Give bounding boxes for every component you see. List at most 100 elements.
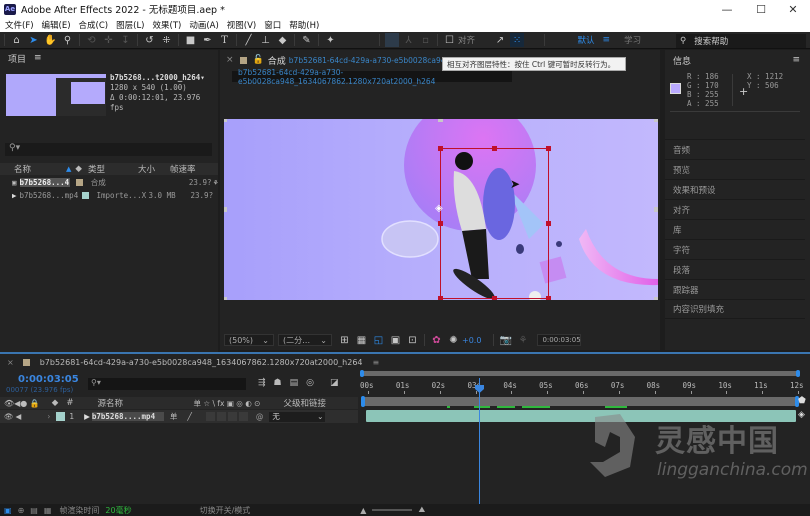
grid-icon[interactable]: ▫: [419, 33, 433, 47]
workspace-default[interactable]: 默认: [578, 34, 595, 46]
maximize-button[interactable]: ☐: [744, 0, 778, 18]
layer-name[interactable]: b7b5268....mp4: [91, 412, 164, 421]
col-size[interactable]: 大小: [138, 163, 170, 175]
pen-icon[interactable]: ✒: [201, 33, 215, 47]
col-switches[interactable]: 单 ☆ \ fx ▣ ◎ ◐ ⊙: [193, 398, 283, 409]
pan-icon[interactable]: ✛: [102, 33, 116, 47]
navigator-end-handle[interactable]: [796, 370, 800, 377]
resolution-dropdown[interactable]: (二分… ⌄: [278, 334, 332, 346]
shy-switch-icon[interactable]: 单: [170, 411, 178, 422]
text-icon[interactable]: T: [218, 33, 232, 47]
puppet-icon[interactable]: ✦: [324, 33, 338, 47]
hand-icon[interactable]: ✋: [44, 33, 58, 47]
snap-3d-icon[interactable]: [384, 33, 399, 47]
exposure-reset-icon[interactable]: ✺: [447, 333, 461, 347]
panel-tracker[interactable]: 跟踪器: [665, 279, 805, 299]
frame-icon[interactable]: ▦: [44, 506, 52, 515]
snap-grid-icon[interactable]: ⁙: [510, 33, 525, 47]
channel-icon[interactable]: ✿: [430, 333, 444, 347]
panel-audio[interactable]: 音频: [665, 139, 805, 159]
snap-expand-icon[interactable]: ↗: [493, 33, 507, 47]
workspace-learn[interactable]: 学习: [624, 34, 641, 46]
playhead[interactable]: [475, 378, 485, 506]
menu-file[interactable]: 文件(F): [5, 19, 34, 31]
current-time-display[interactable]: 0:00:03:05: [537, 334, 582, 346]
av-features-icons[interactable]: 👁◀● 🔒: [4, 399, 40, 408]
layer-number-icon[interactable]: #: [66, 398, 73, 408]
comp-flowchart-icon[interactable]: ⇶: [258, 378, 266, 388]
panel-preview[interactable]: 预览: [665, 159, 805, 179]
col-fps[interactable]: 帧速率: [170, 163, 196, 175]
selection-icon[interactable]: ➤: [27, 33, 41, 47]
fit-region-icon[interactable]: ⊞: [338, 333, 352, 347]
sort-icon[interactable]: ▲: [66, 165, 71, 173]
snapshot-icon[interactable]: 📷: [499, 333, 513, 347]
timeline-zoom-slider[interactable]: [372, 509, 413, 511]
panel-menu-icon[interactable]: ≡: [792, 55, 800, 65]
home-icon[interactable]: ⌂: [10, 33, 24, 47]
lock-icon[interactable]: 🔓: [253, 55, 264, 65]
align-checkbox[interactable]: ☐: [443, 33, 457, 47]
zoom-in-icon[interactable]: ⛰: [418, 505, 425, 515]
switch-boxes[interactable]: [205, 412, 248, 421]
panel-menu-icon[interactable]: ≡: [34, 53, 42, 63]
rotate-icon[interactable]: ↺: [143, 33, 157, 47]
visibility-icon[interactable]: 👁: [4, 412, 14, 421]
toggle-switches-modes[interactable]: 切换开关/模式: [200, 505, 251, 516]
panel-content-aware-fill[interactable]: 内容识别填充: [665, 299, 805, 319]
col-parent[interactable]: 父级和链接: [283, 397, 326, 409]
orbit-icon[interactable]: ⟲: [85, 33, 99, 47]
guides-icon[interactable]: ⊡: [406, 333, 420, 347]
show-snapshot-icon[interactable]: ⚘: [516, 333, 530, 347]
eraser-icon[interactable]: ◆: [276, 33, 290, 47]
menu-window[interactable]: 窗口: [264, 19, 281, 31]
project-item-row[interactable]: ▶ b7b5268...mp4 Importe...X 3.0 MB 23.9?: [0, 189, 218, 202]
label-color[interactable]: [76, 179, 83, 186]
motion-blur-icon[interactable]: ◎: [306, 378, 314, 388]
project-item-row[interactable]: ▣ b7b5268...4 合成 23.9? ⚘: [0, 176, 218, 189]
timeline-timecode[interactable]: 0:00:03:05: [18, 374, 79, 385]
exposure-value[interactable]: +0.0: [462, 336, 481, 345]
panel-paragraph[interactable]: 段落: [665, 259, 805, 279]
comp-tab-label[interactable]: 合成: [268, 54, 286, 67]
zoom-dropdown[interactable]: (50%) ⌄: [224, 334, 274, 346]
panel-effects-presets[interactable]: 效果和预设: [665, 179, 805, 199]
panel-menu-icon[interactable]: ≡: [373, 358, 380, 367]
label-tag-icon[interactable]: ◆: [52, 398, 59, 408]
label-color[interactable]: [81, 192, 89, 199]
col-source-name[interactable]: 源名称: [97, 397, 193, 409]
menu-layer[interactable]: 图层(L): [116, 19, 144, 31]
graph-icon[interactable]: ▤: [30, 506, 38, 515]
close-button[interactable]: ✕: [776, 0, 810, 18]
panel-align[interactable]: 对齐: [665, 199, 805, 219]
zoom-out-icon[interactable]: ▲: [360, 506, 366, 515]
parent-dropdown[interactable]: 无 ⌄: [269, 411, 326, 422]
navigator-start-handle[interactable]: [360, 370, 364, 377]
comp-marker-bin-icon[interactable]: ◈: [798, 410, 805, 420]
brush-icon[interactable]: ╱: [242, 33, 256, 47]
dolly-icon[interactable]: ↧: [119, 33, 133, 47]
timeline-layer-row[interactable]: 👁 ◀ › 1 ▶ b7b5268....mp4 单 ╱ @ 无 ⌄: [0, 410, 358, 423]
comp-breadcrumb[interactable]: b7b52681-64cd-429a-a730-e5b0028ca948_163…: [232, 68, 512, 86]
col-type[interactable]: 类型: [88, 163, 138, 175]
graph-editor-icon[interactable]: ◪: [330, 378, 339, 388]
pickwhip-icon[interactable]: @: [256, 412, 264, 421]
label-tag-icon[interactable]: ◆: [75, 164, 82, 174]
comp-canvas[interactable]: ◈ ➤: [224, 119, 658, 300]
work-area-bar[interactable]: [361, 396, 799, 407]
close-tab-icon[interactable]: ×: [7, 358, 14, 367]
selected-item-name[interactable]: b7b5268...t2000_h264▾: [110, 73, 218, 83]
search-help-input[interactable]: ⚲ 搜索帮助: [676, 34, 806, 48]
workspace-menu-icon[interactable]: ≡: [603, 35, 611, 45]
anchor-icon[interactable]: ⁜: [160, 33, 174, 47]
menu-effect[interactable]: 效果(T): [153, 19, 182, 31]
menu-animation[interactable]: 动画(A): [189, 19, 218, 31]
panel-libraries[interactable]: 库: [665, 219, 805, 239]
axis-icon[interactable]: ⅄: [402, 33, 416, 47]
mask-visibility-icon[interactable]: ◱: [372, 333, 386, 347]
audio-icon[interactable]: ◀: [16, 412, 22, 421]
menu-help[interactable]: 帮助(H): [289, 19, 319, 31]
timeline-tab[interactable]: × b7b52681-64cd-429a-a730-e5b0028ca948_1…: [0, 354, 379, 370]
menu-view[interactable]: 视图(V): [227, 19, 256, 31]
layer-bounding-box[interactable]: [440, 148, 549, 299]
